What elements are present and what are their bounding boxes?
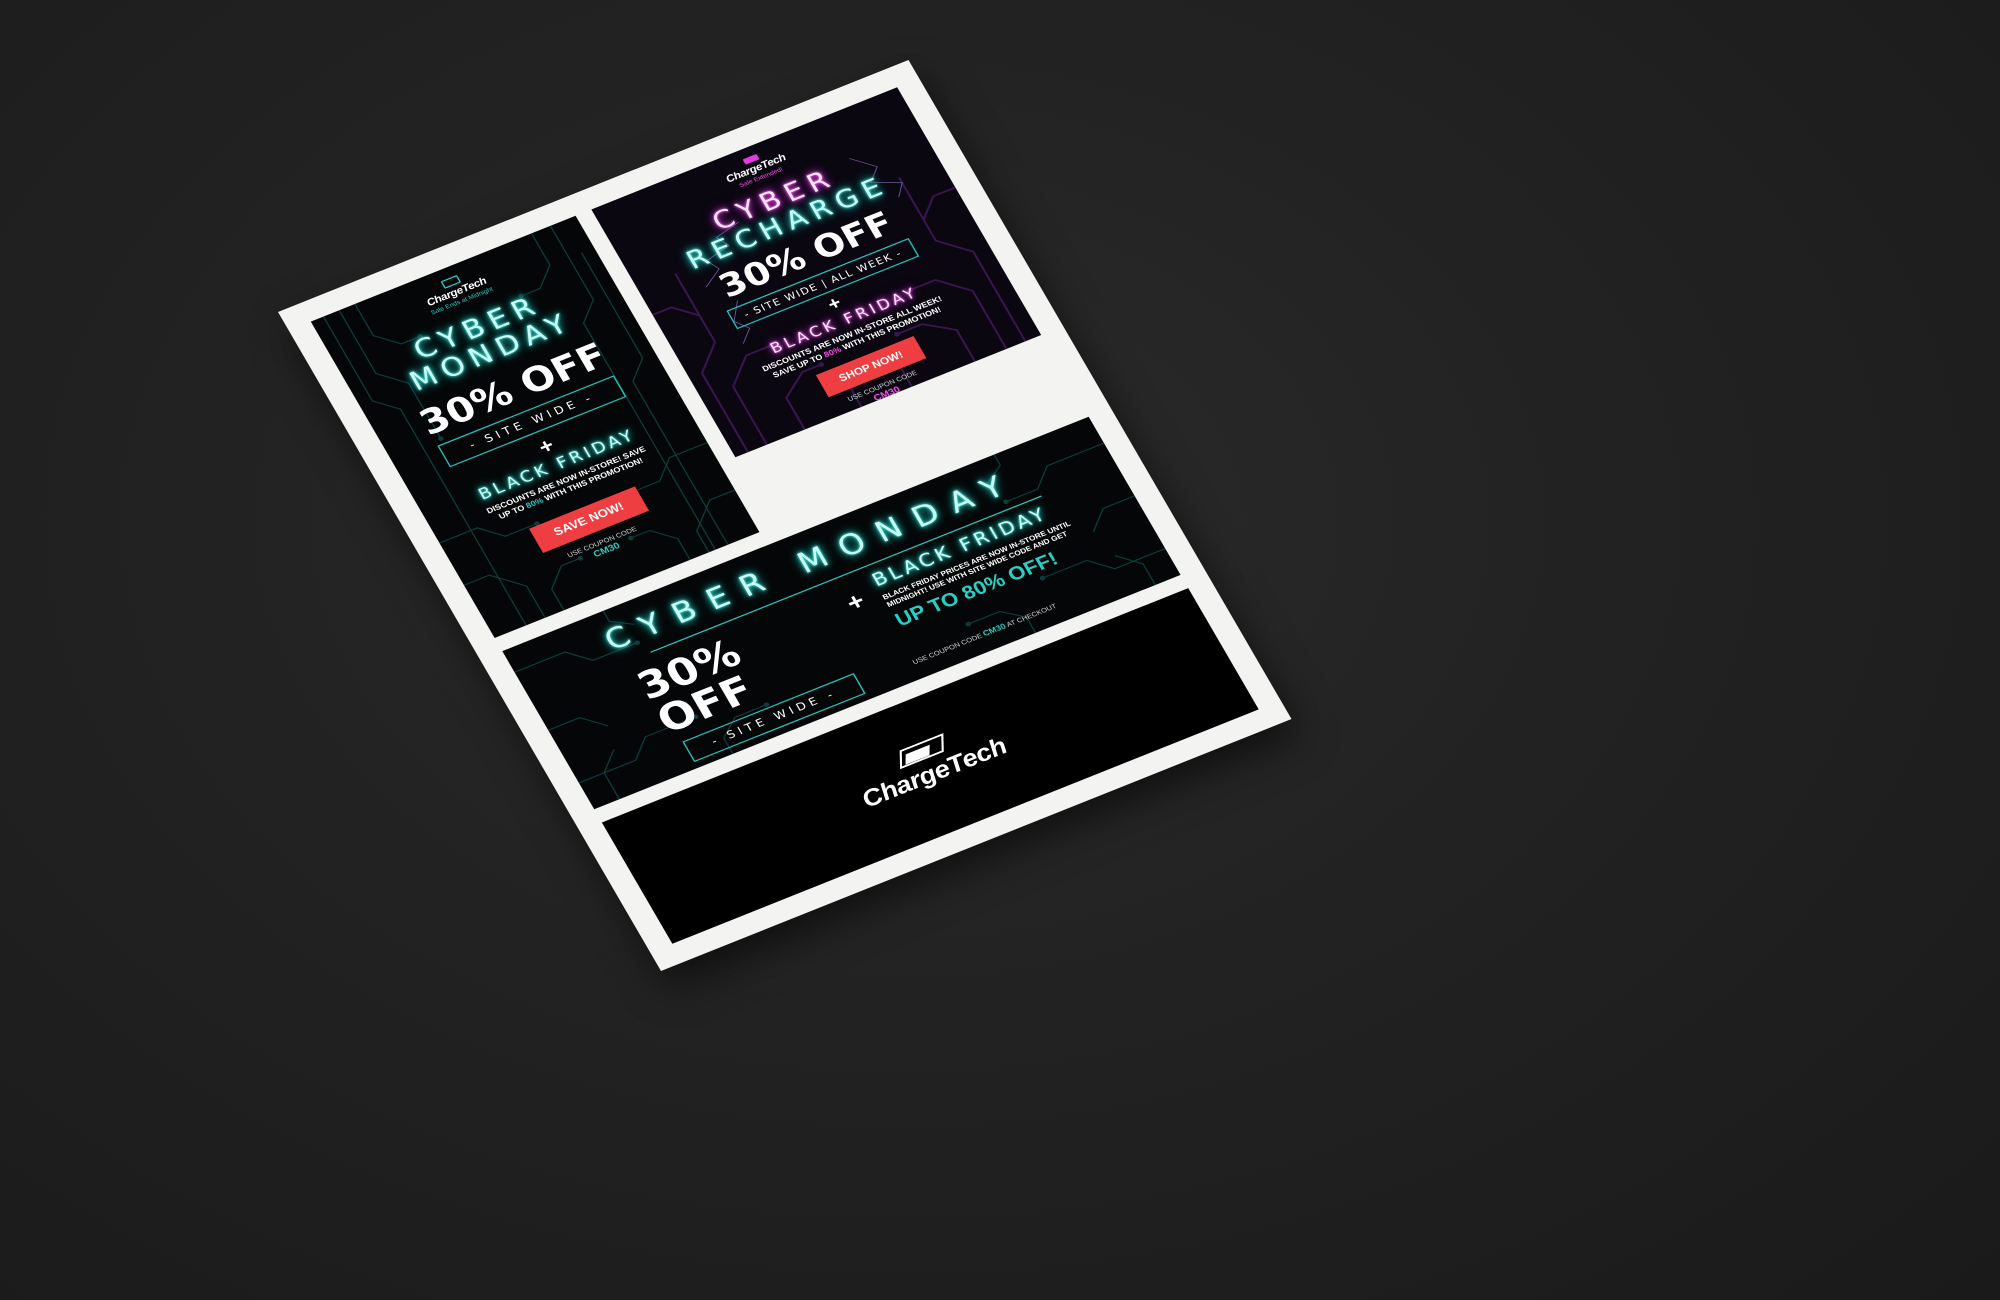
photo-stage: ChargeTech Sale Ends at Midnight CYBER M… [0,0,2000,1300]
printed-sheet: ChargeTech Sale Ends at Midnight CYBER M… [278,60,1292,971]
